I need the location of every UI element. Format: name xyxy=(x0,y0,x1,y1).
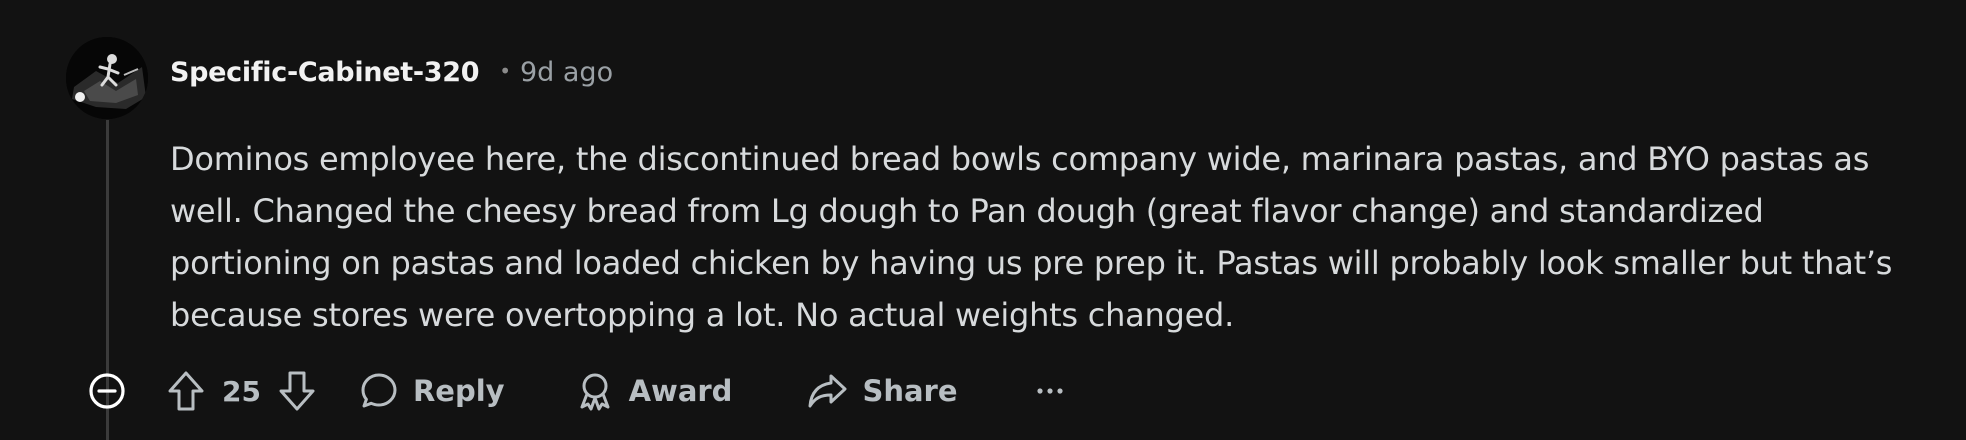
downvote-button[interactable] xyxy=(275,369,319,413)
comment-body: Dominos employee here, the discontinued … xyxy=(170,140,1893,334)
share-arrow-icon xyxy=(808,374,847,408)
vote-score: 25 xyxy=(222,374,261,408)
speech-bubble-icon xyxy=(361,373,397,408)
reply-label: Reply xyxy=(412,374,505,408)
ellipsis-icon xyxy=(1036,388,1063,394)
comment-header: Specific-Cabinet-320 • 9d ago xyxy=(170,50,613,94)
timestamp[interactable]: 9d ago xyxy=(520,57,613,88)
more-options-button[interactable] xyxy=(1030,371,1070,411)
share-button[interactable]: Share xyxy=(806,371,958,411)
comment-action-bar: 25 Reply Award Share xyxy=(88,366,1070,416)
reply-button[interactable]: Reply xyxy=(359,371,505,411)
award-ribbon-icon xyxy=(580,373,610,411)
meta-separator: • xyxy=(499,59,511,83)
collapse-thread-button[interactable] xyxy=(88,372,126,410)
award-button[interactable]: Award xyxy=(575,371,733,411)
award-label: Award xyxy=(628,374,733,408)
upvote-button[interactable] xyxy=(164,369,208,413)
minus-circle-icon xyxy=(89,373,125,409)
arrow-down-icon xyxy=(279,371,315,411)
author-username[interactable]: Specific-Cabinet-320 xyxy=(170,57,479,88)
share-label: Share xyxy=(862,374,958,408)
avatar[interactable] xyxy=(66,37,148,119)
comment: Specific-Cabinet-320 • 9d ago Dominos em… xyxy=(0,0,1966,440)
arrow-up-icon xyxy=(168,371,204,411)
